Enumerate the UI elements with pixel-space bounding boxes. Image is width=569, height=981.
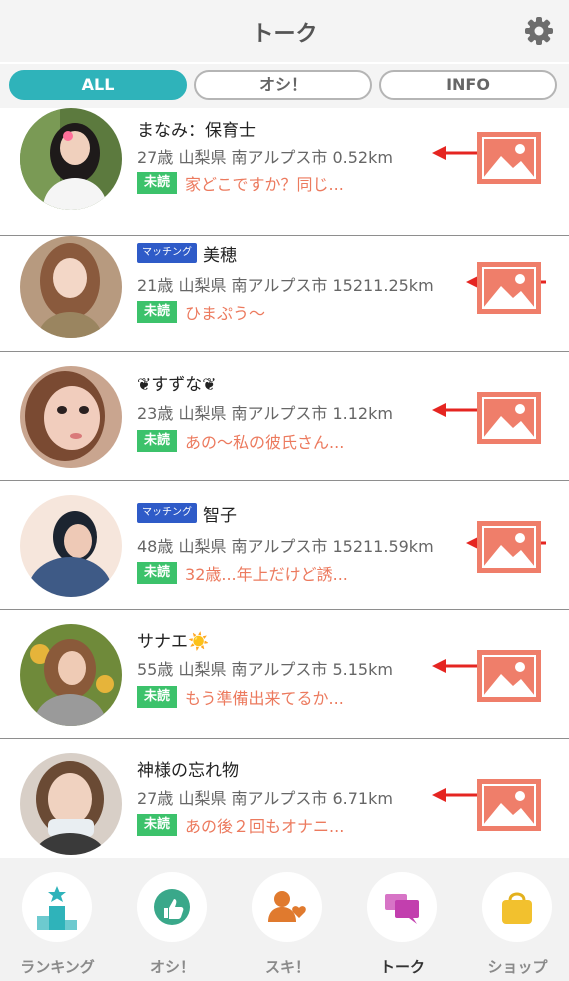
image-icon[interactable] (477, 779, 541, 831)
conversation-name: 智子 (203, 505, 237, 526)
gear-icon[interactable] (522, 14, 556, 48)
tab-oshi[interactable]: オシ！ (194, 70, 372, 100)
conversation-row[interactable]: まなみ：保育士 27歳 山梨県 南アルプス市 0.52km 未読 家どこですか？… (0, 108, 569, 236)
conversation-info: 23歳 山梨県 南アルプス市 1.12km (137, 404, 393, 423)
conversation-name: 神様の忘れ物 (137, 760, 239, 781)
conversation-status: 未読 あの後２回もオナニ... (137, 813, 344, 837)
image-icon[interactable] (477, 132, 541, 184)
conversation-name-line: マッチング 美穂 (137, 241, 237, 266)
conversation-row[interactable]: サナエ☀️ 55歳 山梨県 南アルプス市 5.15km 未読 もう準備出来てるか… (0, 610, 569, 739)
avatar (20, 753, 122, 855)
ranking-podium-icon (37, 886, 77, 930)
conversation-info: 21歳 山梨県 南アルプス市 15211.25km (137, 276, 434, 295)
unread-badge: 未読 (137, 301, 178, 323)
conversation-status: 未読 あの〜私の彼氏さん... (137, 429, 344, 453)
bottom-nav: ランキング オシ！ スキ！ トーク ショップ (0, 858, 569, 981)
conversation-info: 27歳 山梨県 南アルプス市 6.71km (137, 789, 393, 808)
image-icon[interactable] (477, 262, 541, 314)
conversation-status: 未読 ひまぷう〜 (137, 300, 265, 324)
conversation-name: ❦すずな❦ (137, 374, 217, 395)
nav-icon-circle (22, 872, 92, 942)
avatar (20, 495, 122, 597)
conversation-row[interactable]: 神様の忘れ物 27歳 山梨県 南アルプス市 6.71km 未読 あの後２回もオナ… (0, 739, 569, 858)
avatar (20, 624, 122, 726)
nav-talk[interactable]: トーク (345, 858, 460, 981)
conversation-name: サナエ☀️ (137, 631, 210, 652)
conversation-name-line: サナエ☀️ (137, 627, 210, 652)
unread-badge: 未読 (137, 686, 178, 708)
nav-icon-circle (367, 872, 437, 942)
matching-badge: マッチング (137, 503, 197, 523)
nav-icon-circle (137, 872, 207, 942)
image-icon[interactable] (477, 521, 541, 573)
conversation-status: 未読 32歳...年上だけど誘... (137, 561, 348, 585)
conversation-name-line: マッチング 智子 (137, 501, 237, 526)
conversation-row[interactable]: マッチング 智子 48歳 山梨県 南アルプス市 15211.59km 未読 32… (0, 481, 569, 610)
nav-suki[interactable]: スキ！ (230, 858, 345, 981)
tab-all[interactable]: ALL (9, 70, 187, 100)
image-icon[interactable] (477, 650, 541, 702)
avatar (20, 108, 122, 210)
conversation-info: 55歳 山梨県 南アルプス市 5.15km (137, 660, 393, 679)
page-title: トーク (251, 22, 318, 47)
unread-badge: 未読 (137, 562, 178, 584)
nav-ranking[interactable]: ランキング (0, 858, 115, 981)
nav-icon-circle (252, 872, 322, 942)
thumbs-up-icon (154, 889, 190, 925)
message-preview: 32歳...年上だけど誘... (185, 565, 348, 584)
nav-oshi[interactable]: オシ！ (115, 858, 230, 981)
avatar (20, 366, 122, 468)
header: トーク (0, 0, 569, 62)
tab-info[interactable]: INFO (379, 70, 557, 100)
conversation-name-line: 神様の忘れ物 (137, 756, 239, 781)
filter-tabs: ALL オシ！ INFO (0, 64, 569, 108)
nav-shop[interactable]: ショップ (460, 858, 569, 981)
conversation-name-line: ❦すずな❦ (137, 370, 217, 395)
message-preview: 家どこですか？同じ... (185, 175, 344, 194)
nav-label: トーク (379, 958, 425, 976)
conversation-row[interactable]: マッチング 美穂 21歳 山梨県 南アルプス市 15211.25km 未読 ひま… (0, 222, 569, 352)
nav-label: スキ！ (264, 958, 310, 976)
nav-label: ショップ (487, 958, 548, 976)
nav-label: ランキング (20, 958, 95, 976)
nav-label: オシ！ (149, 958, 195, 976)
person-heart-icon (268, 891, 306, 922)
conversation-row[interactable]: ❦すずな❦ 23歳 山梨県 南アルプス市 1.12km 未読 あの〜私の彼氏さん… (0, 352, 569, 481)
conversation-name: まなみ：保育士 (137, 120, 256, 141)
image-icon[interactable] (477, 392, 541, 444)
conversation-info: 48歳 山梨県 南アルプス市 15211.59km (137, 537, 434, 556)
shopping-bag-icon (502, 892, 532, 924)
conversation-list: まなみ：保育士 27歳 山梨県 南アルプス市 0.52km 未読 家どこですか？… (0, 108, 569, 858)
unread-badge: 未読 (137, 814, 178, 836)
conversation-info: 27歳 山梨県 南アルプス市 0.52km (137, 148, 393, 167)
avatar (20, 236, 122, 338)
unread-badge: 未読 (137, 172, 178, 194)
message-preview: あの後２回もオナニ... (185, 817, 345, 836)
chat-bubbles-icon (385, 894, 419, 924)
matching-badge: マッチング (137, 243, 197, 263)
message-preview: もう準備出来てるか... (185, 689, 344, 708)
conversation-status: 未読 もう準備出来てるか... (137, 685, 344, 709)
conversation-name-line: まなみ：保育士 (137, 116, 256, 141)
message-preview: ひまぷう〜 (185, 304, 266, 323)
message-preview: あの〜私の彼氏さん... (185, 433, 345, 452)
nav-icon-circle (482, 872, 552, 942)
conversation-status: 未読 家どこですか？同じ... (137, 171, 344, 195)
conversation-name: 美穂 (203, 245, 237, 266)
unread-badge: 未読 (137, 430, 178, 452)
